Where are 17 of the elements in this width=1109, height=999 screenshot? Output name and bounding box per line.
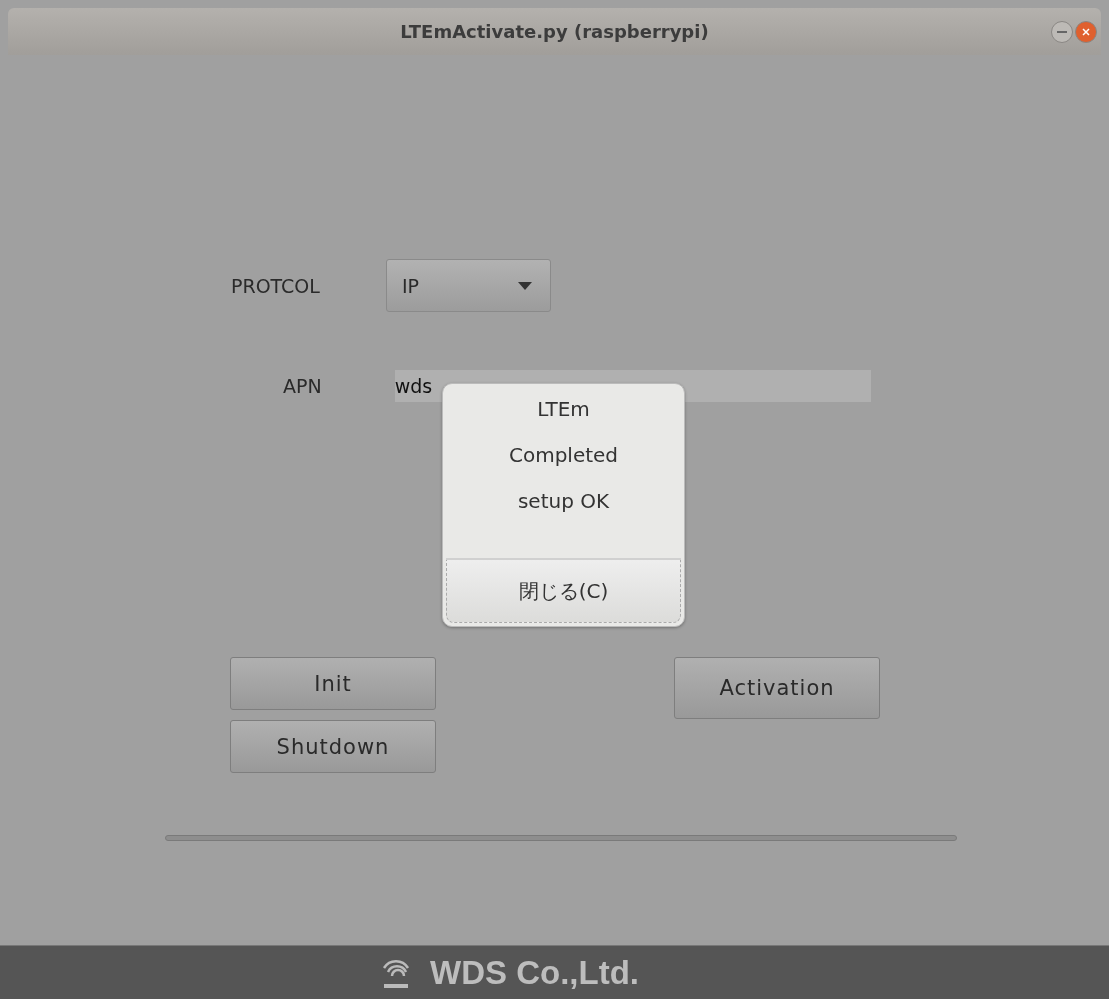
caret-icon (517, 281, 532, 290)
dialog-message: Completed (508, 443, 619, 467)
window-title: LTEmActivate.py (raspberrypi) (400, 21, 709, 42)
field-label: APN (283, 375, 322, 397)
minimize-button[interactable] (1051, 21, 1073, 43)
close-button[interactable] (1075, 21, 1097, 43)
field-label: PROTCOL (231, 274, 320, 297)
activation-button[interactable]: Activation (674, 657, 880, 719)
dialog-message: setup OK (517, 489, 610, 513)
close-icon (1082, 28, 1090, 36)
init-button[interactable]: Init (230, 657, 436, 710)
minimize-icon (1057, 31, 1067, 33)
company-name: WDS Co.,Ltd. (430, 953, 639, 992)
dialog-message: LTEm (537, 397, 590, 421)
close-dialog-button[interactable]: 閉じる(C) (446, 560, 681, 623)
protocol-dropdown[interactable]: IP (385, 259, 551, 312)
shutdown-button[interactable]: Shutdown (230, 720, 436, 773)
